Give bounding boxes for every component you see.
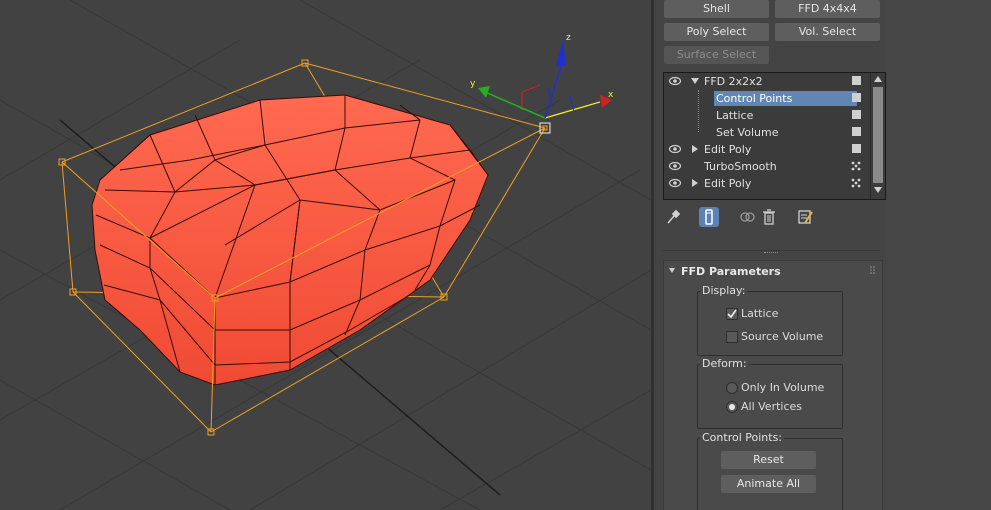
source-volume-label[interactable]: Source Volume	[741, 330, 823, 343]
ffd-4x4x4-button[interactable]: FFD 4x4x4	[775, 0, 880, 18]
deform-group-label: Deform:	[700, 357, 749, 370]
rollout-collapse-icon[interactable]	[669, 268, 675, 273]
display-group	[697, 291, 843, 356]
lattice-label[interactable]: Lattice	[741, 307, 778, 320]
make-unique-icon[interactable]	[737, 207, 757, 227]
stack-item-set-volume[interactable]: Set Volume	[664, 124, 869, 141]
deform-group	[697, 364, 843, 429]
stack-toolbar	[663, 205, 823, 229]
collapse-triangle-icon[interactable]	[692, 179, 698, 187]
reset-button[interactable]: Reset	[721, 451, 816, 469]
stack-item-label: Control Points	[714, 91, 857, 106]
enable-toggle-icon[interactable]	[852, 93, 861, 102]
panel-separator	[663, 250, 880, 251]
vol-select-button[interactable]: Vol. Select	[775, 23, 880, 41]
enable-toggle-icon[interactable]	[852, 127, 861, 136]
stack-item-label: Edit Poly	[704, 143, 752, 156]
stack-item-edit-poly[interactable]: Edit Poly	[664, 141, 869, 158]
deformed-mesh	[91, 94, 489, 386]
configure-modifier-sets-icon[interactable]	[795, 207, 815, 227]
only-in-volume-radio[interactable]	[726, 382, 738, 394]
modify-command-panel: Shell FFD 4x4x4 Poly Select Vol. Select …	[654, 0, 991, 510]
eye-icon[interactable]	[669, 178, 681, 188]
control-points-group-label: Control Points:	[700, 431, 785, 444]
stack-item-label: Set Volume	[716, 126, 779, 139]
stack-item-lattice[interactable]: Lattice	[664, 107, 869, 124]
gizmo-z-label: z	[566, 33, 571, 43]
transform-gizmo	[478, 40, 612, 119]
display-group-label: Display:	[700, 284, 748, 297]
lattice-checkbox[interactable]	[726, 308, 738, 320]
collapse-triangle-icon[interactable]	[692, 145, 698, 153]
scroll-down-icon[interactable]	[874, 187, 882, 193]
stack-item-label: FFD 2x2x2	[704, 75, 763, 88]
all-vertices-label[interactable]: All Vertices	[741, 400, 802, 413]
viewport-scene: x y z	[0, 0, 651, 510]
poly-select-button[interactable]: Poly Select	[664, 23, 769, 41]
source-volume-checkbox[interactable]	[726, 331, 738, 343]
modifier-stack[interactable]: FFD 2x2x2 Control Points Lattice Set Vol…	[663, 72, 886, 200]
perspective-viewport[interactable]: x y z	[0, 0, 651, 510]
stack-item-edit-poly-2[interactable]: Edit Poly	[664, 175, 869, 192]
stack-scrollbar[interactable]	[870, 73, 885, 199]
show-end-result-icon[interactable]	[699, 207, 719, 227]
eye-icon[interactable]	[669, 76, 681, 86]
stack-item-label: TurboSmooth	[704, 160, 777, 173]
rollout-title: FFD Parameters	[681, 265, 781, 278]
eye-icon[interactable]	[669, 144, 681, 154]
stack-item-ffd-2x2x2[interactable]: FFD 2x2x2	[664, 73, 869, 90]
stack-item-control-points[interactable]: Control Points	[664, 90, 869, 107]
checkmark-icon	[727, 309, 737, 319]
eye-icon[interactable]	[669, 161, 681, 171]
control-points-group	[697, 438, 843, 510]
enable-toggle-icon[interactable]	[852, 76, 861, 85]
stack-item-label: Lattice	[716, 109, 754, 122]
enable-toggle-icon[interactable]	[852, 144, 861, 153]
enable-toggle-icon[interactable]	[852, 110, 861, 119]
rollout-drag-icon[interactable]	[870, 266, 876, 274]
show-end-result-icon[interactable]	[851, 161, 861, 171]
gizmo-x-label: x	[608, 90, 614, 100]
pin-stack-icon[interactable]	[663, 207, 683, 227]
surface-select-button[interactable]: Surface Select	[664, 46, 769, 64]
stack-item-label: Edit Poly	[704, 177, 752, 190]
trash-icon[interactable]	[759, 207, 779, 227]
stack-item-turbosmooth[interactable]: TurboSmooth	[664, 158, 869, 175]
scroll-up-icon[interactable]	[874, 76, 882, 82]
resize-grip-icon[interactable]	[764, 252, 778, 256]
show-end-result-icon[interactable]	[851, 178, 861, 188]
all-vertices-radio[interactable]	[726, 401, 738, 413]
panel-empty-area	[886, 0, 991, 510]
expand-triangle-icon[interactable]	[691, 78, 699, 84]
shell-button[interactable]: Shell	[664, 0, 769, 18]
scroll-thumb[interactable]	[873, 87, 883, 183]
only-in-volume-label[interactable]: Only In Volume	[741, 381, 824, 394]
rollout-header[interactable]: FFD Parameters	[663, 262, 880, 280]
animate-all-button[interactable]: Animate All	[721, 475, 816, 493]
gizmo-y-label: y	[470, 79, 476, 89]
